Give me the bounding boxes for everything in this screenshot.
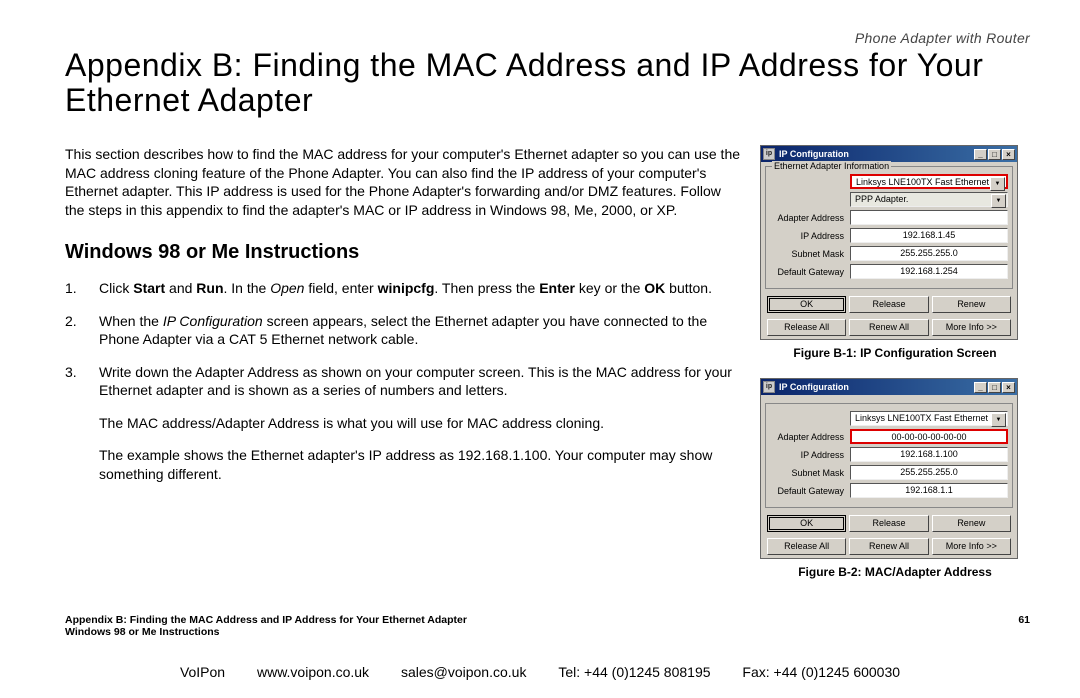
section-heading: Windows 98 or Me Instructions [65, 239, 742, 265]
adapter-dropdown[interactable]: Linksys LNE100TX Fast Ethernet [850, 411, 1008, 426]
minimize-icon[interactable]: _ [974, 149, 987, 160]
footer-section-label: Windows 98 or Me Instructions [65, 626, 467, 638]
ip-address-field: 192.168.1.45 [850, 228, 1008, 243]
more-info-button[interactable]: More Info >> [932, 319, 1011, 336]
window-icon: ip [763, 381, 775, 393]
step-1: 1. Click Start and Run. In the Open fiel… [93, 279, 742, 297]
page-title: Appendix B: Finding the MAC Address and … [65, 48, 1030, 117]
release-all-button[interactable]: Release All [767, 319, 846, 336]
maximize-icon[interactable]: □ [988, 382, 1001, 393]
maximize-icon[interactable]: □ [988, 149, 1001, 160]
figure-b1-window: ip IP Configuration _ □ × Ethernet Adapt… [760, 145, 1018, 340]
adapter-dropdown[interactable]: Linksys LNE100TX Fast Ethernet [850, 174, 1008, 189]
page-number: 61 [1018, 614, 1030, 638]
figure-b2-window: ip IP Configuration _ □ × Linksys LNE100… [760, 378, 1018, 559]
intro-paragraph: This section describes how to find the M… [65, 145, 742, 219]
window-title: IP Configuration [779, 149, 849, 159]
footer-fax: Fax: +44 (0)1245 600030 [742, 664, 900, 680]
close-icon[interactable]: × [1002, 382, 1015, 393]
more-info-button[interactable]: More Info >> [932, 538, 1011, 555]
adapter-info-group: Linksys LNE100TX Fast Ethernet Adapter A… [765, 403, 1013, 508]
step-2: 2. When the IP Configuration screen appe… [93, 312, 742, 349]
main-content: This section describes how to find the M… [65, 145, 742, 597]
footer-appendix-label: Appendix B: Finding the MAC Address and … [65, 614, 467, 626]
window-titlebar: ip IP Configuration _ □ × [761, 379, 1017, 395]
footer-tel: Tel: +44 (0)1245 808195 [558, 664, 710, 680]
renew-all-button[interactable]: Renew All [849, 319, 928, 336]
ok-button[interactable]: OK [767, 296, 846, 313]
gateway-field: 192.168.1.254 [850, 264, 1008, 279]
subnet-mask-field: 255.255.255.0 [850, 246, 1008, 261]
figure-b2-caption: Figure B-2: MAC/Adapter Address [760, 565, 1030, 579]
window-icon: ip [763, 148, 775, 160]
footer-company: VoIPon [180, 664, 225, 680]
window-title: IP Configuration [779, 382, 849, 392]
adapter-address-field [850, 210, 1008, 225]
figure-b1-caption: Figure B-1: IP Configuration Screen [760, 346, 1030, 360]
footer-website: www.voipon.co.uk [257, 664, 369, 680]
release-button[interactable]: Release [849, 296, 928, 313]
adapter-info-group: Ethernet Adapter Information Linksys LNE… [765, 166, 1013, 289]
renew-button[interactable]: Renew [932, 515, 1011, 532]
adapter-dropdown-2[interactable]: PPP Adapter. [850, 192, 1008, 207]
step-3: 3. Write down the Adapter Address as sho… [93, 363, 742, 483]
release-button[interactable]: Release [849, 515, 928, 532]
footer-contact: VoIPon www.voipon.co.uk sales@voipon.co.… [0, 664, 1080, 680]
step-number: 2. [65, 312, 77, 330]
footer-email: sales@voipon.co.uk [401, 664, 527, 680]
release-all-button[interactable]: Release All [767, 538, 846, 555]
window-titlebar: ip IP Configuration _ □ × [761, 146, 1017, 162]
subnet-mask-field: 255.255.255.0 [850, 465, 1008, 480]
footer-meta: Appendix B: Finding the MAC Address and … [65, 614, 1030, 638]
step-number: 3. [65, 363, 77, 381]
renew-button[interactable]: Renew [932, 296, 1011, 313]
renew-all-button[interactable]: Renew All [849, 538, 928, 555]
minimize-icon[interactable]: _ [974, 382, 987, 393]
product-label: Phone Adapter with Router [65, 30, 1030, 46]
ip-address-field: 192.168.1.100 [850, 447, 1008, 462]
adapter-address-field: 00-00-00-00-00-00 [850, 429, 1008, 444]
ok-button[interactable]: OK [767, 515, 846, 532]
gateway-field: 192.168.1.1 [850, 483, 1008, 498]
step-number: 1. [65, 279, 77, 297]
close-icon[interactable]: × [1002, 149, 1015, 160]
